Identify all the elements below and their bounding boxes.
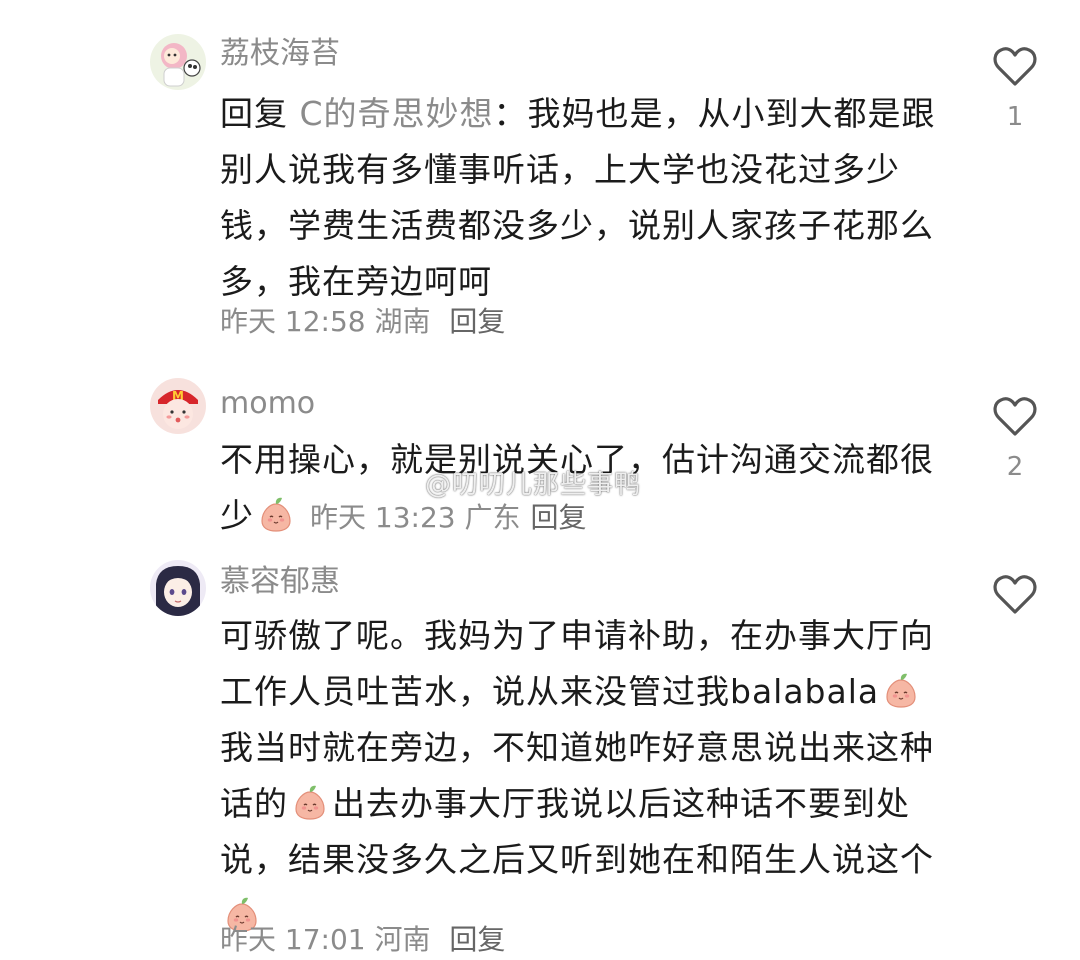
peach-emoji-icon [881, 671, 921, 711]
username[interactable]: 慕容郁惠 [220, 562, 340, 602]
reply-button[interactable]: 回复 [531, 501, 587, 534]
location: 河南 [374, 923, 431, 956]
peach-emoji-icon [290, 783, 330, 823]
timestamp: 昨天 12:58 [220, 305, 366, 338]
username[interactable]: 荔枝海苔 [220, 34, 340, 74]
avatar-image: M [150, 378, 206, 434]
comment-meta: 昨天 12:58 湖南 回复 [220, 302, 505, 342]
avatar[interactable] [150, 560, 206, 616]
comment-body: 可骄傲了呢。我妈为了申请补助，在办事大厅向工作人员吐苦水，说从来没管过我bala… [220, 616, 934, 711]
avatar[interactable]: M [150, 378, 206, 434]
username[interactable]: momo [220, 384, 315, 424]
like-count: 1 [1006, 102, 1024, 132]
timestamp: 昨天 13:23 [310, 501, 456, 534]
location: 广东 [464, 501, 521, 534]
like-button[interactable] [988, 572, 1042, 616]
reply-button[interactable]: 回复 [449, 305, 505, 338]
like-button[interactable]: 1 [988, 44, 1042, 132]
avatar[interactable] [150, 34, 206, 90]
watermark: @叨叨儿那些事鸭 [425, 470, 642, 500]
peach-emoji-icon [256, 495, 296, 535]
comment-text: 可骄傲了呢。我妈为了申请补助，在办事大厅向工作人员吐苦水，说从来没管过我bala… [220, 608, 940, 944]
heart-outline-icon[interactable] [991, 44, 1039, 88]
comment-meta: 昨天 17:01 河南 回复 [220, 920, 505, 960]
like-button[interactable]: 2 [988, 394, 1042, 482]
like-count: 2 [1006, 452, 1024, 482]
location: 湖南 [374, 305, 431, 338]
avatar-image [150, 560, 206, 616]
reply-prefix: 回复 [220, 94, 288, 133]
heart-outline-icon[interactable] [991, 394, 1039, 438]
timestamp: 昨天 17:01 [220, 923, 366, 956]
heart-outline-icon[interactable] [991, 572, 1039, 616]
avatar-image [150, 34, 206, 90]
comment-meta: 昨天 13:23 广东 回复 [310, 501, 587, 534]
reply-button[interactable]: 回复 [449, 923, 505, 956]
comment-text: 回复 C的奇思妙想：我妈也是，从小到大都是跟别人说我有多懂事听话，上大学也没花过… [220, 86, 940, 310]
reply-target-username[interactable]: C的奇思妙想 [300, 94, 494, 133]
